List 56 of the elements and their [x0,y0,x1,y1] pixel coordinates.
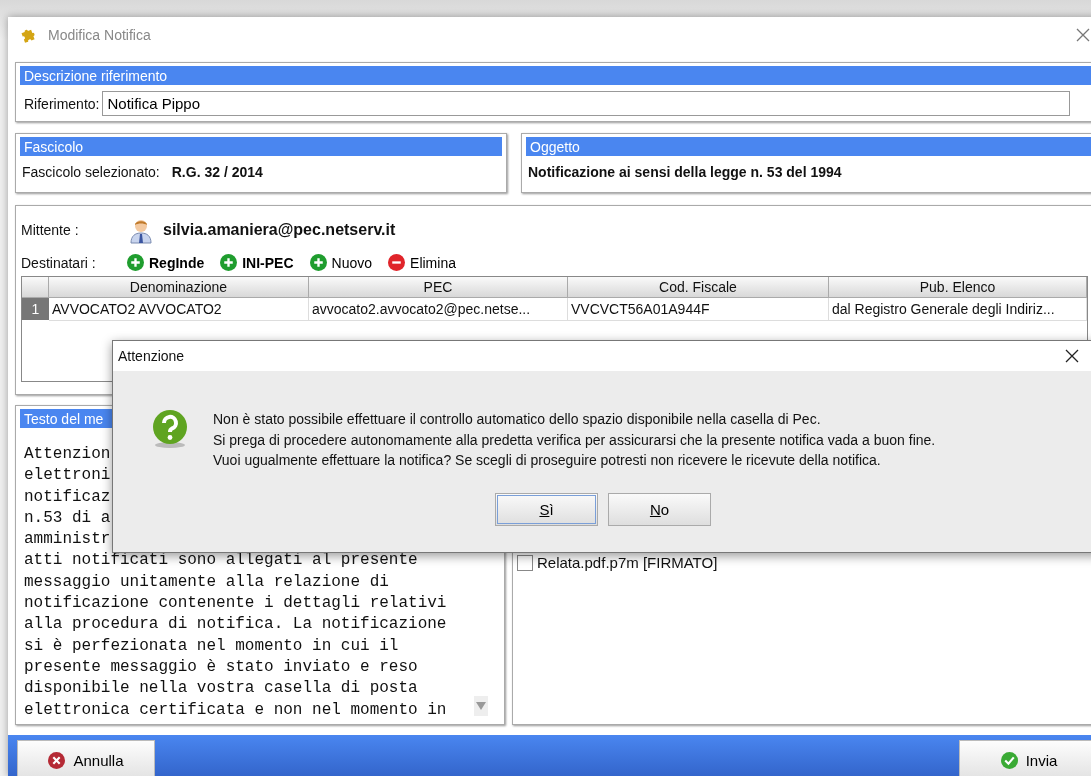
dialog-button[interactable]: No [608,492,711,526]
close-icon[interactable] [1065,349,1079,363]
message-text-line: elettronica certificata e non nel momento in [24,699,447,721]
cancel-button[interactable]: Annulla [17,740,155,776]
message-text-line: notificaz [24,486,111,508]
window-title: Modifica Notifica [48,26,151,43]
message-text-line: Attenzion [24,444,111,465]
message-text-line: messaggio unitamente alla relazione di [24,571,389,593]
column-header[interactable]: Denominazione [49,277,309,298]
message-text-line: elettroni [24,465,111,487]
panel-header: Descrizione riferimento [20,66,1091,85]
sender-label: Mittente : [21,222,80,238]
message-text-line: presente messaggio è stato inviato e reso [24,656,418,678]
message-text-line: n.53 di a [24,507,111,529]
dialog-message: Si prega di procedere autonomamente alla predetta verifica per assicurarsi che la presente notifica vada a buon fine. [213,430,936,450]
check-icon [1000,751,1018,769]
panel-header: Oggetto [526,137,1091,156]
dialog-title: Attenzione [118,348,185,364]
recipient-action-button[interactable]: Nuovo [305,254,381,271]
dialog-message: Non è stato possibile effettuare il controllo automatico dello spazio disponibile nella casella di Pec. [213,410,822,429]
minus-icon [388,254,406,271]
table-cell: VVCVCT56A01A944F [568,298,829,321]
recipient-action-button[interactable]: RegInde [123,254,213,271]
message-text-line: si è perfezionata nel momento in cui il [24,635,399,657]
plus-icon [220,254,238,271]
message-text-line: notificazione contenente i dettagli relativi [24,593,447,615]
subject-value: Notificazione ai sensi della legge n. 53 del 1994 [528,164,842,180]
dialog-message: Vuoi ugualmente effettuare la notifica? Se scegli di proseguire potresti non ricevere le ricevute della notifica. [213,451,882,470]
column-header[interactable]: Cod. Fiscale [568,277,829,298]
reference-field[interactable]: Notifica Pippo [102,91,1071,116]
sender-email: silvia.amaniera@pec.netserv.it [163,221,396,239]
recipients-label: Destinatari : [21,254,97,271]
plus-icon [309,254,327,271]
recipient-action-button[interactable]: Elimina [384,254,464,271]
cancel-icon [48,751,66,769]
recipient-action-button[interactable]: INI-PEC [216,254,302,271]
field-label: Riferimento: [24,95,100,112]
question-icon [150,409,190,449]
corner-header [22,277,49,298]
table-cell: avvocato2.avvocato2@pec.netse... [309,298,568,321]
plus-icon [127,254,144,271]
field-label: Fascicolo selezionato: [22,164,160,180]
fascicolo-value: R.G. 32 / 2014 [171,164,263,180]
dialog-button[interactable]: Sì [495,492,598,526]
message-text-line: disponibile nella vostra casella di posta [24,678,418,700]
column-header[interactable]: Pub. Elenco [829,277,1087,298]
table-cell: dal Registro Generale degli Indiriz... [829,298,1087,321]
column-header[interactable]: PEC [309,277,568,298]
send-button[interactable]: Invia [959,740,1091,776]
message-text-line: amministr [24,529,111,551]
attachment-label: Relata.pdf.p7m [FIRMATO] [537,554,718,571]
row-number: 1 [22,298,49,320]
message-text-line: alla procedura di notifica. La notificazione [24,614,447,636]
panel-header: Fascicolo [20,137,502,156]
checkbox[interactable] [517,554,533,571]
table-cell: AVVOCATO2 AVVOCATO2 [49,298,309,321]
